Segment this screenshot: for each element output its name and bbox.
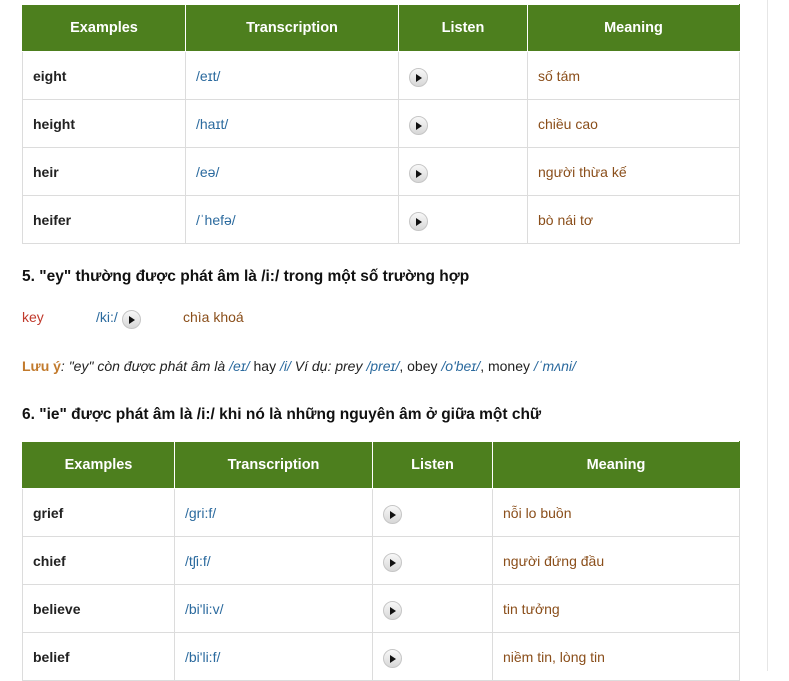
page-border-gap xyxy=(768,300,789,400)
header-transcription: Transcription xyxy=(185,4,399,52)
listen-cell xyxy=(372,632,493,681)
meaning-cell: bò nái tơ xyxy=(527,195,740,244)
section-6-heading: 6. "ie" được phát âm là /i:/ khi nó là n… xyxy=(22,406,542,423)
example-word: key xyxy=(22,309,44,325)
play-icon[interactable] xyxy=(383,505,402,524)
play-icon[interactable] xyxy=(409,68,428,87)
meaning-cell: chiều cao xyxy=(527,99,740,148)
ipa-cell: /ˈhefə/ xyxy=(185,195,399,244)
ipa-cell: /bi'li:v/ xyxy=(174,584,373,633)
note-ipa: /preɪ/ xyxy=(366,358,400,374)
play-icon[interactable] xyxy=(409,116,428,135)
listen-cell xyxy=(398,195,528,244)
play-icon[interactable] xyxy=(383,553,402,572)
header-transcription: Transcription xyxy=(174,441,373,489)
vocab-table-ei: Examples Transcription Listen Meaning ei… xyxy=(22,4,740,244)
table-row: height /haɪt/ chiều cao xyxy=(22,99,740,148)
word-cell: eight xyxy=(22,51,186,100)
table-row: eight /eɪt/ số tám xyxy=(22,51,740,100)
ipa-cell: /eɪt/ xyxy=(185,51,399,100)
header-examples: Examples xyxy=(22,4,186,52)
play-icon[interactable] xyxy=(409,164,428,183)
header-meaning: Meaning xyxy=(492,441,740,489)
note-text: Ví dụ: prey xyxy=(290,358,367,374)
note-colon: : xyxy=(60,358,69,374)
note-text: , obey xyxy=(399,358,442,374)
listen-cell xyxy=(372,488,493,537)
header-listen: Listen xyxy=(398,4,528,52)
note-text: "ey" còn được phát âm là xyxy=(68,358,230,374)
note-text: hay xyxy=(249,358,280,374)
play-icon[interactable] xyxy=(122,310,141,329)
table-row: heifer /ˈhefə/ bò nái tơ xyxy=(22,195,740,244)
meaning-cell: nỗi lo buồn xyxy=(492,488,740,537)
table-row: belief /bi'li:f/ niềm tin, lòng tin xyxy=(22,632,740,681)
meaning-cell: niềm tin, lòng tin xyxy=(492,632,740,681)
listen-cell xyxy=(398,147,528,196)
play-icon[interactable] xyxy=(383,601,402,620)
header-listen: Listen xyxy=(372,441,493,489)
note-ipa: /eɪ/ xyxy=(229,358,250,374)
listen-cell xyxy=(398,51,528,100)
note-ipa: /i/ xyxy=(279,358,291,374)
table-row: believe /bi'li:v/ tin tưởng xyxy=(22,584,740,633)
ipa-cell: /haɪt/ xyxy=(185,99,399,148)
header-examples: Examples xyxy=(22,441,175,489)
listen-cell xyxy=(372,584,493,633)
word-cell: belief xyxy=(22,632,175,681)
ipa-cell: /eə/ xyxy=(185,147,399,196)
word-cell: chief xyxy=(22,536,175,585)
note-label: Lưu ý xyxy=(22,358,61,374)
word-cell: grief xyxy=(22,488,175,537)
meaning-cell: người đứng đầu xyxy=(492,536,740,585)
header-meaning: Meaning xyxy=(527,4,740,52)
note-paragraph: Lưu ý: "ey" còn được phát âm là /eɪ/ hay… xyxy=(22,358,576,374)
meaning-cell: tin tưởng xyxy=(492,584,740,633)
listen-cell xyxy=(398,99,528,148)
example-ipa: /ki:/ xyxy=(96,309,118,325)
word-cell: heifer xyxy=(22,195,186,244)
ipa-cell: /tʃi:f/ xyxy=(174,536,373,585)
table-header: Examples Transcription Listen Meaning xyxy=(22,441,740,489)
note-ipa: /ˈmʌni/ xyxy=(533,358,576,374)
word-cell: heir xyxy=(22,147,186,196)
word-cell: believe xyxy=(22,584,175,633)
table-row: grief /gri:f/ nỗi lo buồn xyxy=(22,488,740,537)
word-cell: height xyxy=(22,99,186,148)
section-5-heading: 5. "ey" thường được phát âm là /i:/ tron… xyxy=(22,268,470,285)
vocab-table-ie: Examples Transcription Listen Meaning gr… xyxy=(22,441,740,681)
play-icon[interactable] xyxy=(409,212,428,231)
meaning-cell: số tám xyxy=(527,51,740,100)
note-ipa: /o'beɪ/ xyxy=(441,358,481,374)
table-header: Examples Transcription Listen Meaning xyxy=(22,4,740,52)
listen-cell xyxy=(372,536,493,585)
ipa-cell: /gri:f/ xyxy=(174,488,373,537)
meaning-cell: người thừa kế xyxy=(527,147,740,196)
table-row: chief /tʃi:f/ người đứng đầu xyxy=(22,536,740,585)
table-row: heir /eə/ người thừa kế xyxy=(22,147,740,196)
ipa-cell: /bi'li:f/ xyxy=(174,632,373,681)
play-icon[interactable] xyxy=(383,649,402,668)
example-meaning: chìa khoá xyxy=(183,309,244,325)
note-text: , money xyxy=(480,358,534,374)
